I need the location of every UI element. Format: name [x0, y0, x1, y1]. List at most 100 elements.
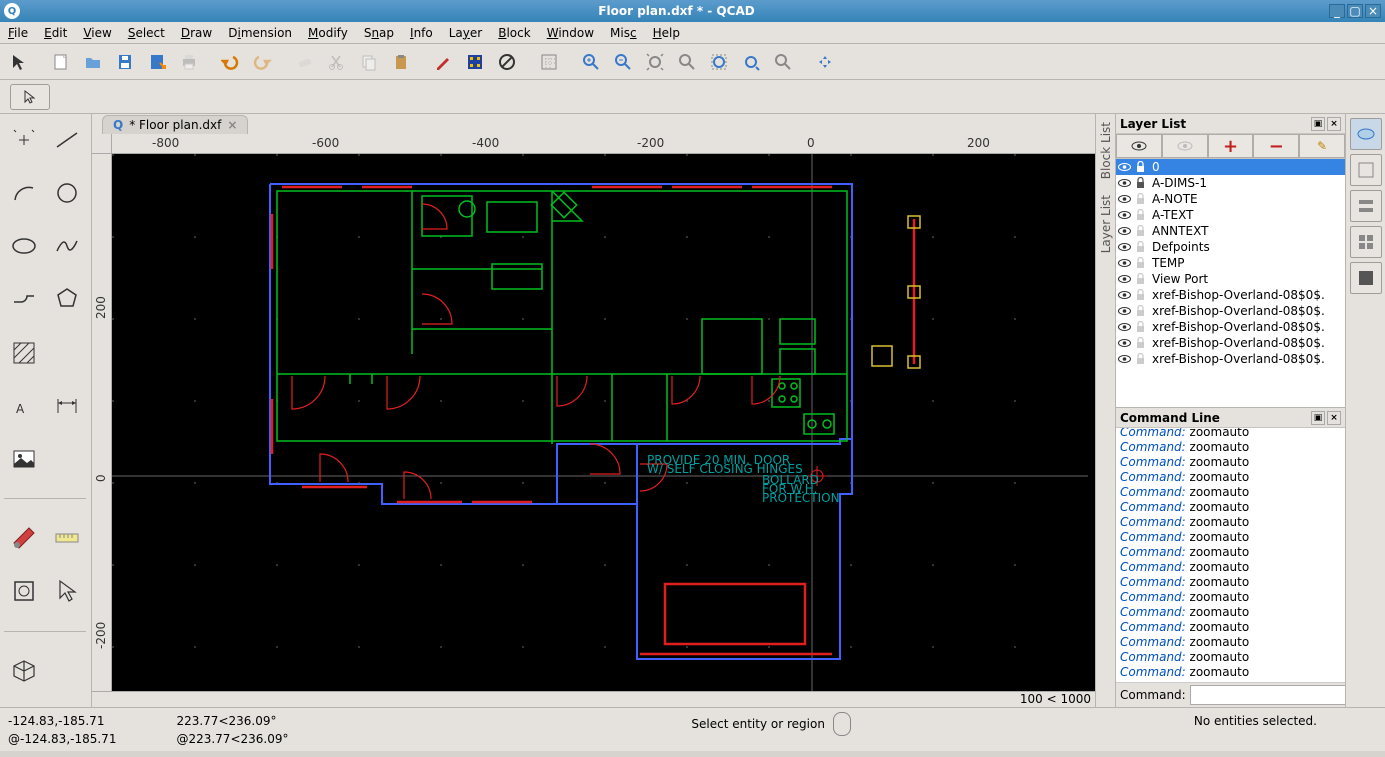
polyline-tool-icon[interactable] [4, 279, 44, 319]
lock-icon[interactable] [1135, 337, 1149, 349]
save-as-icon[interactable] [142, 47, 172, 77]
new-file-icon[interactable] [46, 47, 76, 77]
eye-icon[interactable] [1118, 322, 1132, 332]
horizontal-ruler[interactable]: -800 -600 -400 -200 0 200 [112, 134, 1095, 154]
remove-layer-button[interactable]: − [1253, 134, 1299, 158]
show-all-layers-icon[interactable] [1116, 134, 1162, 158]
lock-icon[interactable] [1135, 305, 1149, 317]
tab-layer-list[interactable]: Layer List [1097, 187, 1115, 261]
layer-row[interactable]: A-TEXT [1116, 207, 1345, 223]
polygon-tool-icon[interactable] [47, 279, 87, 319]
eye-icon[interactable] [1118, 274, 1132, 284]
grid-icon[interactable] [534, 47, 564, 77]
image-tool-icon[interactable] [4, 439, 44, 479]
pen-icon[interactable] [428, 47, 458, 77]
add-layer-button[interactable]: + [1208, 134, 1254, 158]
pan-icon[interactable] [810, 47, 840, 77]
menu-snap[interactable]: Snap [356, 23, 402, 43]
view-mode-3-icon[interactable] [1350, 190, 1382, 222]
menu-layer[interactable]: Layer [441, 23, 490, 43]
lock-icon[interactable] [1135, 241, 1149, 253]
menu-help[interactable]: Help [645, 23, 688, 43]
pattern-icon[interactable] [460, 47, 490, 77]
hide-all-layers-icon[interactable] [1162, 134, 1208, 158]
zoom-in-icon[interactable] [576, 47, 606, 77]
menu-file[interactable]: File [0, 23, 36, 43]
print-icon[interactable] [174, 47, 204, 77]
eye-icon[interactable] [1118, 290, 1132, 300]
menu-misc[interactable]: Misc [602, 23, 645, 43]
zoom-window-icon[interactable] [704, 47, 734, 77]
open-file-icon[interactable] [78, 47, 108, 77]
command-log[interactable]: Command: zoomautoCommand: zoomautoComman… [1116, 428, 1345, 682]
layer-row[interactable]: TEMP [1116, 255, 1345, 271]
layer-row[interactable]: Defpoints [1116, 239, 1345, 255]
zoom-extents-icon[interactable] [640, 47, 670, 77]
layer-row[interactable]: 0 [1116, 159, 1345, 175]
view-mode-2-icon[interactable] [1350, 154, 1382, 186]
zoom-pan-icon[interactable] [768, 47, 798, 77]
layer-row[interactable]: A-NOTE [1116, 191, 1345, 207]
circle-tool-icon[interactable] [47, 173, 87, 213]
hatch-tool-icon[interactable] [4, 333, 44, 373]
edit-layer-button[interactable]: ✎ [1299, 134, 1345, 158]
eye-icon[interactable] [1118, 258, 1132, 268]
menu-view[interactable]: View [75, 23, 119, 43]
measure-tool-icon[interactable] [4, 518, 44, 558]
menu-dimension[interactable]: Dimension [220, 23, 300, 43]
lock-icon[interactable] [1135, 209, 1149, 221]
menu-info[interactable]: Info [402, 23, 441, 43]
close-button[interactable]: × [1365, 4, 1381, 18]
paste-icon[interactable] [386, 47, 416, 77]
tab-block-list[interactable]: Block List [1097, 114, 1115, 187]
layer-row[interactable]: xref-Bishop-Overland-08$0$. [1116, 351, 1345, 367]
layer-row[interactable]: xref-Bishop-Overland-08$0$. [1116, 303, 1345, 319]
layer-row[interactable]: xref-Bishop-Overland-08$0$. [1116, 335, 1345, 351]
panel-close-icon[interactable]: × [1327, 117, 1341, 131]
eye-icon[interactable] [1118, 306, 1132, 316]
lock-icon[interactable] [1135, 225, 1149, 237]
pointer-tool-icon[interactable] [4, 47, 34, 77]
eye-icon[interactable] [1118, 242, 1132, 252]
eye-icon[interactable] [1118, 178, 1132, 188]
cmd-close-icon[interactable]: × [1327, 411, 1341, 425]
menu-select[interactable]: Select [120, 23, 173, 43]
block-tool-icon[interactable] [4, 571, 44, 611]
menu-window[interactable]: Window [539, 23, 602, 43]
lock-icon[interactable] [1135, 321, 1149, 333]
spline-tool-icon[interactable] [47, 226, 87, 266]
drawing-canvas[interactable]: PROVIDE 20 MIN. DOORW/ SELF CLOSING HING… [112, 154, 1095, 691]
lock-icon[interactable] [1135, 177, 1149, 189]
menu-draw[interactable]: Draw [173, 23, 220, 43]
lock-icon[interactable] [1135, 257, 1149, 269]
eye-icon[interactable] [1118, 338, 1132, 348]
menu-edit[interactable]: Edit [36, 23, 75, 43]
layer-row[interactable]: View Port [1116, 271, 1345, 287]
view-mode-5-icon[interactable] [1350, 262, 1382, 294]
eye-icon[interactable] [1118, 210, 1132, 220]
lock-icon[interactable] [1135, 193, 1149, 205]
layer-row[interactable]: xref-Bishop-Overland-08$0$. [1116, 319, 1345, 335]
zoom-previous-icon[interactable] [736, 47, 766, 77]
cut-icon[interactable] [322, 47, 352, 77]
command-input[interactable] [1190, 685, 1346, 705]
lock-icon[interactable] [1135, 289, 1149, 301]
undo-icon[interactable] [216, 47, 246, 77]
eye-icon[interactable] [1118, 194, 1132, 204]
document-tab[interactable]: Q * Floor plan.dxf × [102, 115, 248, 134]
arc-tool-icon[interactable] [4, 173, 44, 213]
lock-icon[interactable] [1135, 161, 1149, 173]
view-mode-4-icon[interactable] [1350, 226, 1382, 258]
zoom-selection-icon[interactable] [672, 47, 702, 77]
lock-icon[interactable] [1135, 273, 1149, 285]
layer-row[interactable]: ANNTEXT [1116, 223, 1345, 239]
point-tool-icon[interactable] [4, 120, 44, 160]
eye-icon[interactable] [1118, 226, 1132, 236]
ruler-tool-icon[interactable] [47, 518, 87, 558]
select-mode-button[interactable] [10, 84, 50, 110]
vertical-ruler[interactable]: 200 0 -200 [92, 154, 112, 691]
select-tool-icon[interactable] [47, 571, 87, 611]
tab-close-icon[interactable]: × [227, 118, 237, 132]
copy-icon[interactable] [354, 47, 384, 77]
save-file-icon[interactable] [110, 47, 140, 77]
